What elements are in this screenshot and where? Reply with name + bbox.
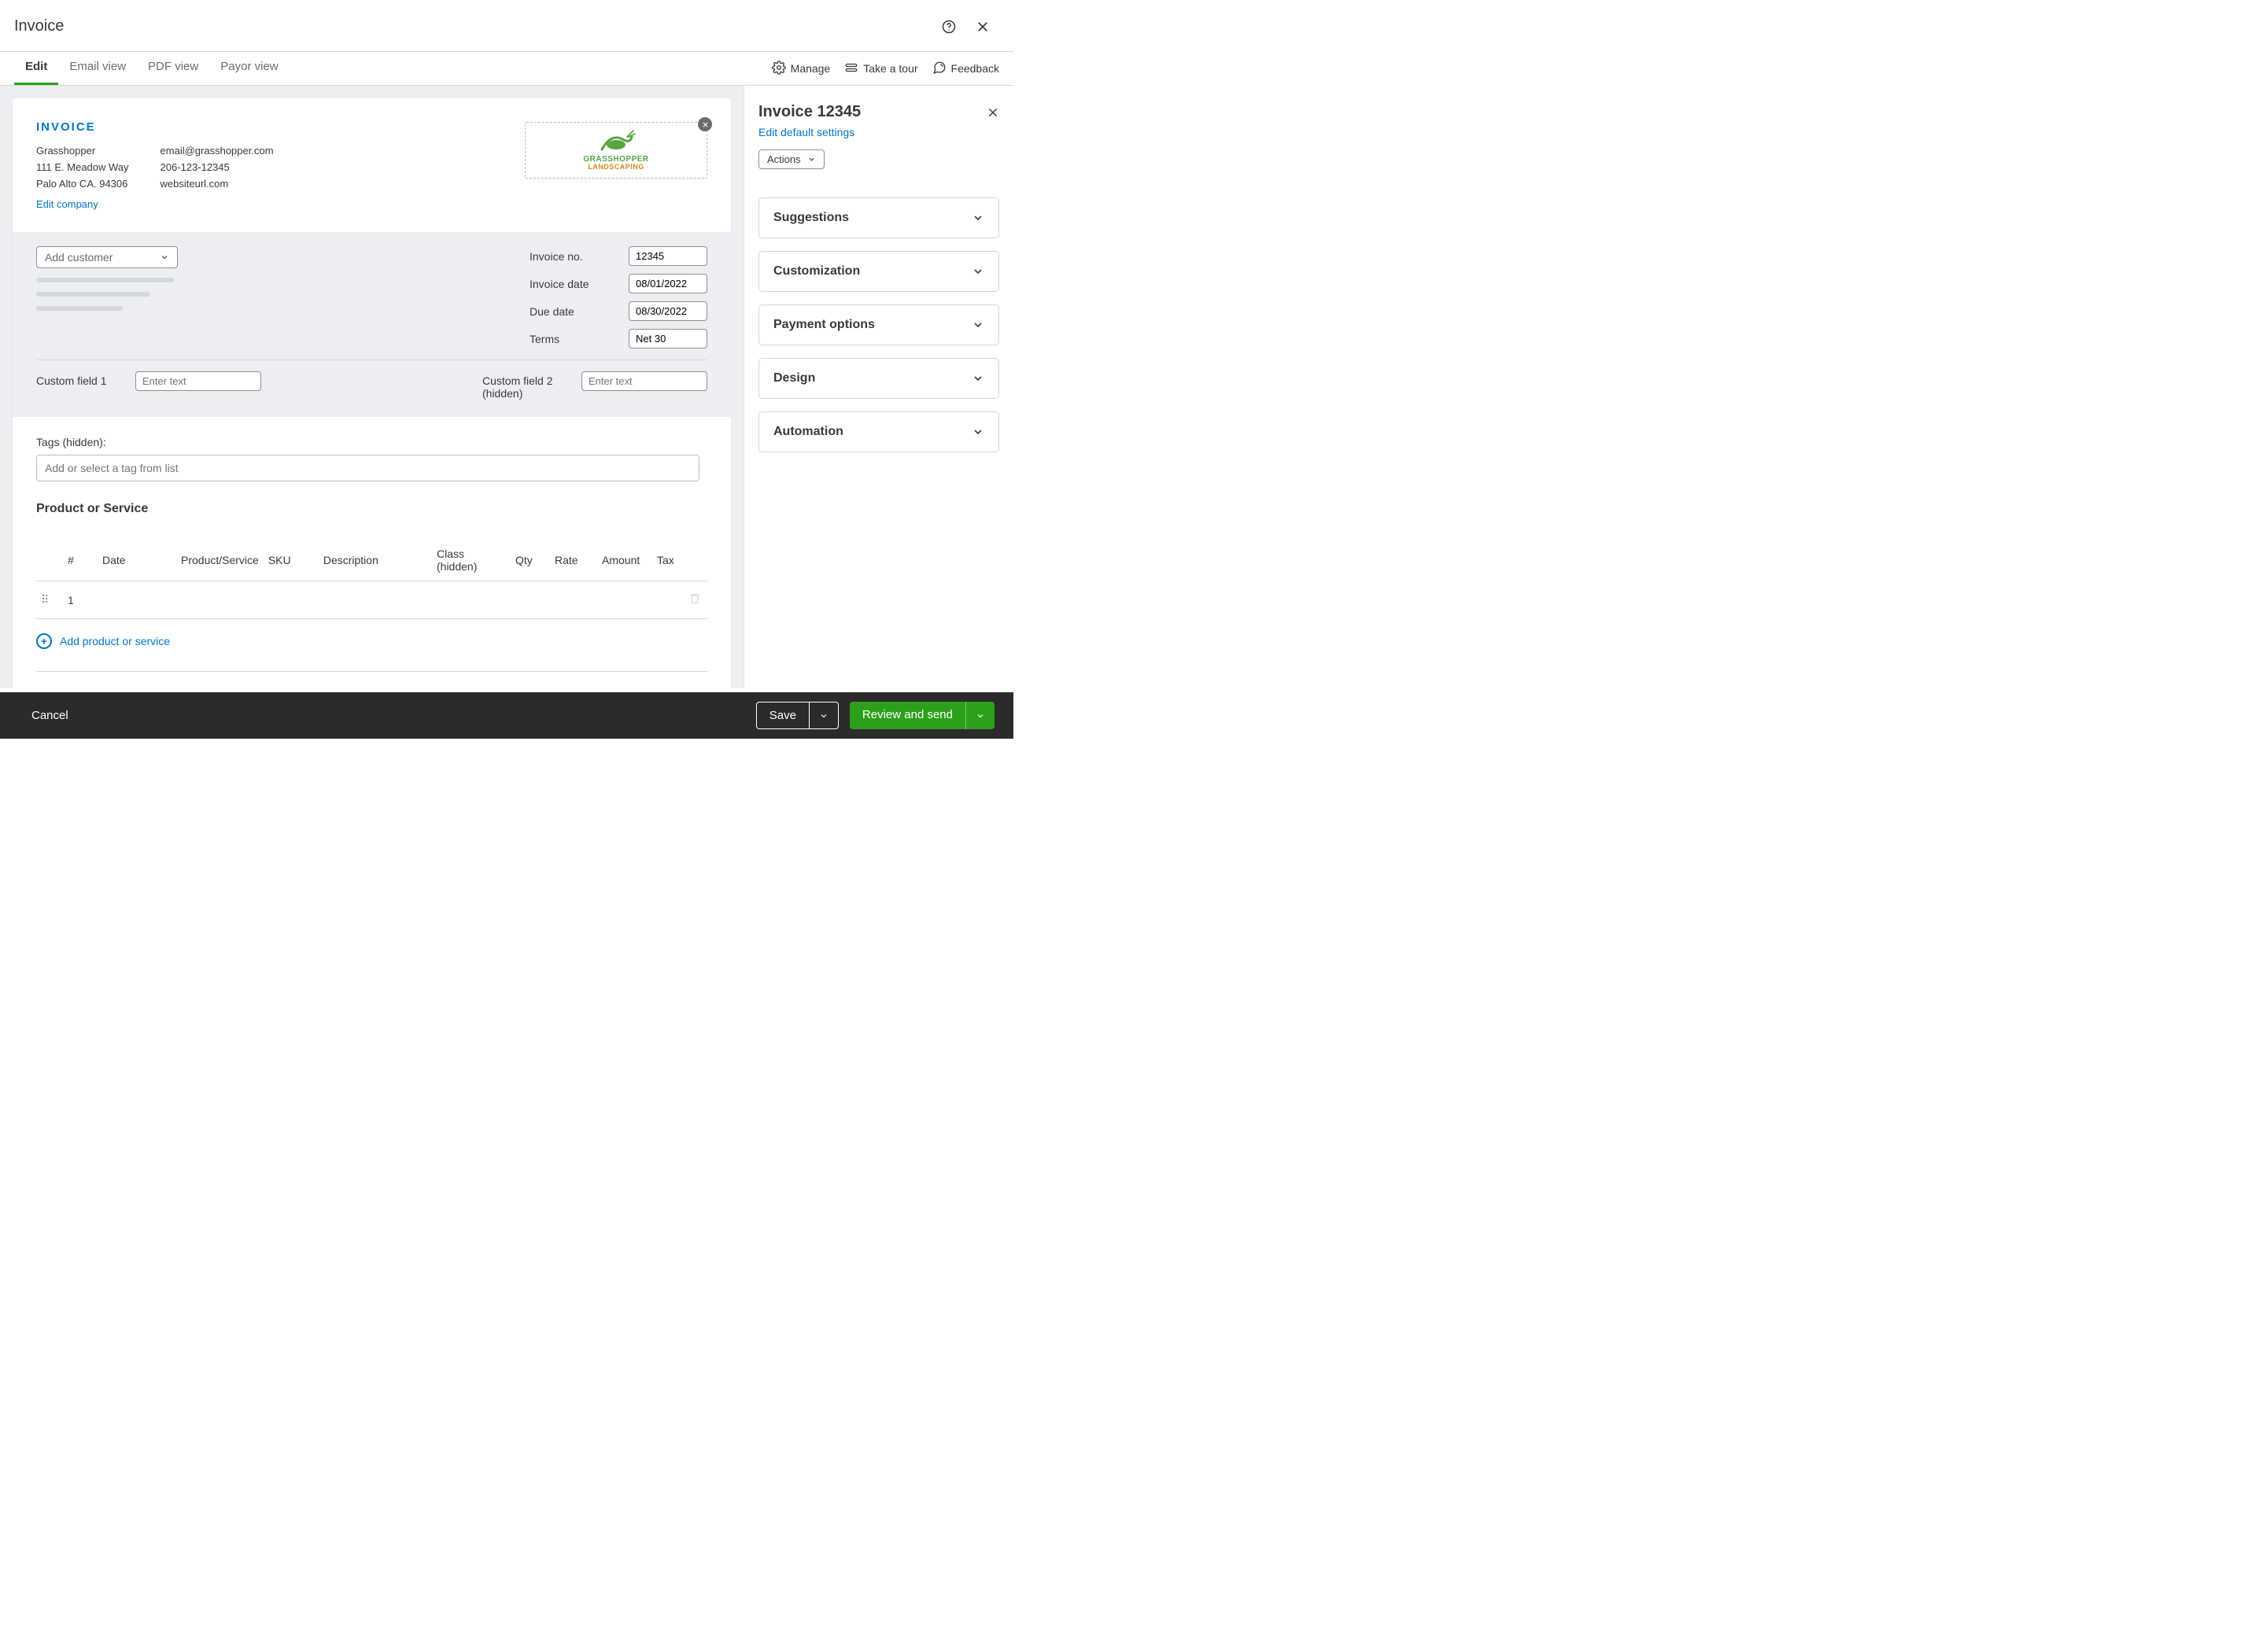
close-panel-icon[interactable] [987,106,999,119]
col-rate: Rate [550,540,597,581]
col-amount: Amount [597,540,652,581]
add-customer-placeholder: Add customer [45,251,113,264]
company-name: Grasshopper [36,143,129,160]
feedback-label: Feedback [951,62,999,75]
logo-dropzone[interactable]: GRASSHOPPER LANDSCAPING [525,122,707,179]
accordion-customization[interactable]: Customization [758,251,999,292]
accordion-label: Payment options [773,318,875,332]
review-send-split-button: Review and send [850,702,995,729]
line-items-table: # Date Product/Service SKU Description C… [36,540,707,619]
table-row[interactable]: ⠿ 1 [36,581,707,619]
col-class: Class (hidden) [432,540,511,581]
divider [36,671,707,672]
cancel-button[interactable]: Cancel [31,709,68,722]
company-email: email@grasshopper.com [161,143,274,160]
col-sku: SKU [264,540,319,581]
chevron-down-icon [972,319,984,331]
accordion-label: Automation [773,425,843,439]
tab-pdf-view[interactable]: PDF view [137,52,209,85]
drag-handle-icon[interactable]: ⠿ [41,593,49,606]
company-street: 111 E. Meadow Way [36,160,129,176]
chevron-down-icon [972,372,984,385]
company-city: Palo Alto CA. 94306 [36,176,129,193]
logo-text-2: LANDSCAPING [583,164,648,171]
plus-circle-icon: + [36,633,52,649]
edit-company-link[interactable]: Edit company [36,197,98,213]
accordion-label: Design [773,371,815,385]
accordion-automation[interactable]: Automation [758,411,999,452]
custom-field-1-input[interactable] [135,371,261,391]
col-qty: Qty [511,540,550,581]
chevron-down-icon [972,426,984,438]
col-product: Product/Service [176,540,264,581]
chevron-down-icon [972,265,984,278]
col-description: Description [319,540,432,581]
chevron-down-icon [160,253,169,262]
col-tax: Tax [652,540,684,581]
add-customer-select[interactable]: Add customer [36,246,178,268]
edit-default-settings-link[interactable]: Edit default settings [758,126,999,138]
terms-label: Terms [530,333,616,345]
feedback-icon [932,61,947,77]
accordion-payment-options[interactable]: Payment options [758,304,999,345]
tags-label: Tags (hidden): [36,436,707,448]
terms-input[interactable] [629,329,707,348]
custom-field-2-label: Custom field 2 (hidden) [482,371,569,400]
col-num: # [63,540,98,581]
company-block-left: Grasshopper 111 E. Meadow Way Palo Alto … [36,143,129,213]
due-date-input[interactable] [629,301,707,321]
right-panel-title: Invoice 12345 [758,103,861,121]
tabs: Edit Email view PDF view Payor view [14,52,290,85]
lines-heading: Product or Service [36,502,707,516]
tab-payor-view[interactable]: Payor view [209,52,289,85]
due-date-label: Due date [530,305,616,318]
add-line-button[interactable]: + Add product or service [36,633,707,649]
customer-skeleton-line [36,306,123,311]
company-block-right: email@grasshopper.com 206-123-12345 webs… [161,143,274,213]
customer-skeleton-line [36,278,174,282]
remove-logo-icon[interactable] [698,117,712,131]
gear-icon [772,61,786,77]
accordion-label: Suggestions [773,211,849,225]
accordion-design[interactable]: Design [758,358,999,399]
company-website: websiteurl.com [161,176,274,193]
invoice-no-label: Invoice no. [530,250,616,263]
accordion-label: Customization [773,264,860,278]
add-line-label: Add product or service [60,635,170,647]
chevron-down-icon [807,155,816,164]
review-send-button[interactable]: Review and send [850,702,965,729]
actions-dropdown[interactable]: Actions [758,149,825,169]
save-split-button: Save [756,702,839,729]
row-num: 1 [63,581,98,619]
col-date: Date [98,540,176,581]
feedback-button[interactable]: Feedback [932,61,999,77]
invoice-no-input[interactable] [629,246,707,266]
take-tour-label: Take a tour [863,62,917,75]
tour-icon [844,61,858,77]
help-icon[interactable] [941,19,957,35]
customer-skeleton-line [36,292,150,297]
save-caret[interactable] [809,702,838,728]
accordion-suggestions[interactable]: Suggestions [758,197,999,238]
delete-row-icon[interactable] [688,595,701,607]
manage-button[interactable]: Manage [772,61,831,77]
chevron-down-icon [972,212,984,224]
tags-input[interactable] [36,455,699,481]
tab-email-view[interactable]: Email view [58,52,137,85]
save-button[interactable]: Save [757,702,809,728]
manage-label: Manage [791,62,831,75]
close-icon[interactable] [976,20,990,34]
actions-label: Actions [767,153,801,165]
custom-field-1-label: Custom field 1 [36,371,123,387]
take-tour-button[interactable]: Take a tour [844,61,917,77]
invoice-date-label: Invoice date [530,278,616,290]
custom-field-2-input[interactable] [581,371,707,391]
logo-image: GRASSHOPPER LANDSCAPING [583,129,648,171]
company-phone: 206-123-12345 [161,160,274,176]
page-title: Invoice [14,17,64,35]
invoice-date-input[interactable] [629,274,707,293]
tab-edit[interactable]: Edit [14,52,58,85]
review-send-caret[interactable] [965,702,995,729]
